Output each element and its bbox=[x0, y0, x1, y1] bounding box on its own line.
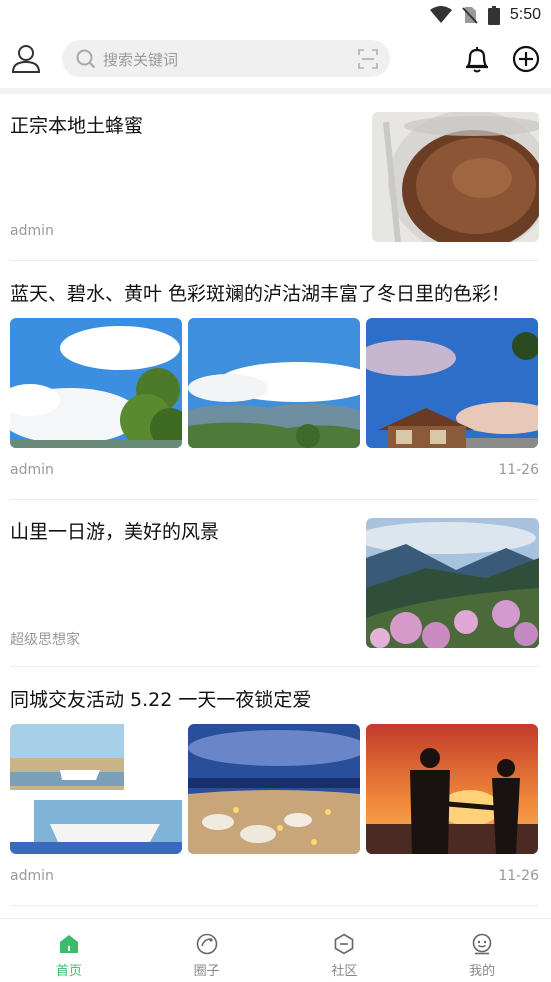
search-placeholder: 搜索关键词 bbox=[103, 51, 179, 69]
feed-item-image-grid bbox=[10, 724, 538, 854]
feed-image[interactable] bbox=[188, 318, 360, 448]
tab-community[interactable]: 社区 bbox=[276, 919, 414, 982]
no-sim-icon bbox=[462, 7, 478, 24]
feed-item-image-grid bbox=[10, 318, 538, 448]
wifi-icon bbox=[429, 6, 452, 23]
feed-item-title: 正宗本地土蜂蜜 bbox=[10, 115, 144, 137]
tab-label: 我的 bbox=[469, 964, 496, 979]
top-bar: 搜索关键词 bbox=[0, 30, 551, 88]
feed-item-author: admin bbox=[10, 462, 54, 478]
feed-image[interactable] bbox=[188, 724, 360, 854]
feed-item[interactable]: 山里一日游，美好的风景 超级思想家 bbox=[10, 500, 539, 667]
bell-icon[interactable] bbox=[462, 44, 492, 74]
feed-item[interactable]: 同城交友活动 5.22 一天一夜锁定爱 admin 11-26 bbox=[10, 667, 539, 906]
feed-item[interactable]: 正宗本地土蜂蜜 admin bbox=[10, 94, 539, 261]
feed-item-date: 11-26 bbox=[498, 462, 539, 478]
feed-item-title: 山里一日游，美好的风景 bbox=[10, 521, 220, 543]
feed-image[interactable] bbox=[366, 318, 538, 448]
feed-item-author: admin bbox=[10, 223, 54, 239]
scan-icon[interactable] bbox=[358, 49, 378, 69]
status-time: 5:50 bbox=[509, 6, 541, 23]
feed-item-thumbnail bbox=[372, 112, 539, 242]
feed-list: 正宗本地土蜂蜜 admin 蓝天、碧水、黄叶 色彩斑斓的泸沽湖丰富了冬日里的色彩… bbox=[10, 94, 539, 906]
profile-icon bbox=[472, 933, 492, 955]
battery-icon bbox=[487, 5, 500, 25]
tab-label: 圈子 bbox=[193, 964, 220, 979]
feed-item-date: 11-26 bbox=[498, 868, 539, 884]
feed-image[interactable] bbox=[366, 724, 538, 854]
search-input[interactable]: 搜索关键词 bbox=[62, 40, 390, 77]
home-icon bbox=[59, 935, 78, 953]
feed-item-title: 同城交友活动 5.22 一天一夜锁定爱 bbox=[10, 689, 312, 711]
tab-home[interactable]: 首页 bbox=[0, 919, 138, 982]
feed-item-thumbnail bbox=[366, 518, 539, 648]
feed-item-title: 蓝天、碧水、黄叶 色彩斑斓的泸沽湖丰富了冬日里的色彩！ bbox=[10, 283, 511, 305]
status-icons: 5:50 bbox=[429, 4, 541, 26]
add-icon[interactable] bbox=[511, 44, 541, 74]
circle-icon bbox=[196, 933, 217, 955]
search-icon bbox=[76, 49, 96, 69]
feed-image[interactable] bbox=[10, 724, 182, 854]
tab-circle[interactable]: 圈子 bbox=[138, 919, 276, 982]
feed-item-author: 超级思想家 bbox=[10, 632, 80, 648]
community-icon bbox=[335, 933, 354, 955]
bottom-tab-bar: 首页 圈子 社区 我的 bbox=[0, 918, 551, 982]
tab-label: 首页 bbox=[55, 964, 82, 979]
feed-item[interactable]: 蓝天、碧水、黄叶 色彩斑斓的泸沽湖丰富了冬日里的色彩！ admin 11-26 bbox=[10, 261, 539, 500]
feed-image[interactable] bbox=[10, 318, 182, 448]
user-icon[interactable] bbox=[10, 42, 42, 74]
tab-label: 社区 bbox=[331, 964, 358, 979]
status-bar: 5:50 bbox=[0, 0, 551, 30]
tab-profile[interactable]: 我的 bbox=[413, 919, 551, 982]
feed-item-author: admin bbox=[10, 868, 54, 884]
